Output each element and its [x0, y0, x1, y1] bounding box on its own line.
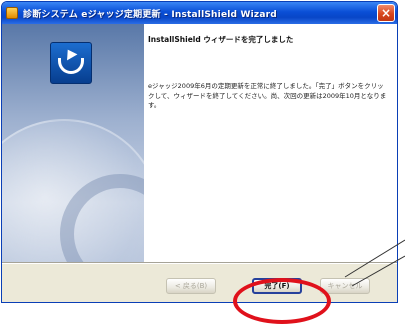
wizard-content: InstallShield ウィザードを完了しました eジャッジ2009年6月の…	[144, 24, 397, 262]
installer-window: 診断システム eジャッジ定期更新 - InstallShield Wizard …	[1, 1, 398, 303]
logo-ring-shape	[58, 58, 84, 74]
button-bar: < 戻る(B) 完了(F) キャンセル	[2, 264, 397, 302]
highlight-circle	[233, 278, 331, 324]
completion-heading: InstallShield ウィザードを完了しました	[148, 35, 294, 44]
back-button[interactable]: < 戻る(B)	[166, 278, 216, 294]
close-button[interactable]: ×	[377, 4, 395, 22]
window-title: 診断システム eジャッジ定期更新 - InstallShield Wizard	[23, 10, 277, 20]
app-icon	[6, 7, 18, 19]
wizard-banner	[2, 24, 144, 262]
completion-message: eジャッジ2009年6月の定期更新を正常に終了しました。「完了」ボタンをクリック…	[148, 82, 387, 109]
installshield-logo-icon	[50, 42, 92, 84]
title-bar: 診断システム eジャッジ定期更新 - InstallShield Wizard …	[2, 2, 397, 24]
